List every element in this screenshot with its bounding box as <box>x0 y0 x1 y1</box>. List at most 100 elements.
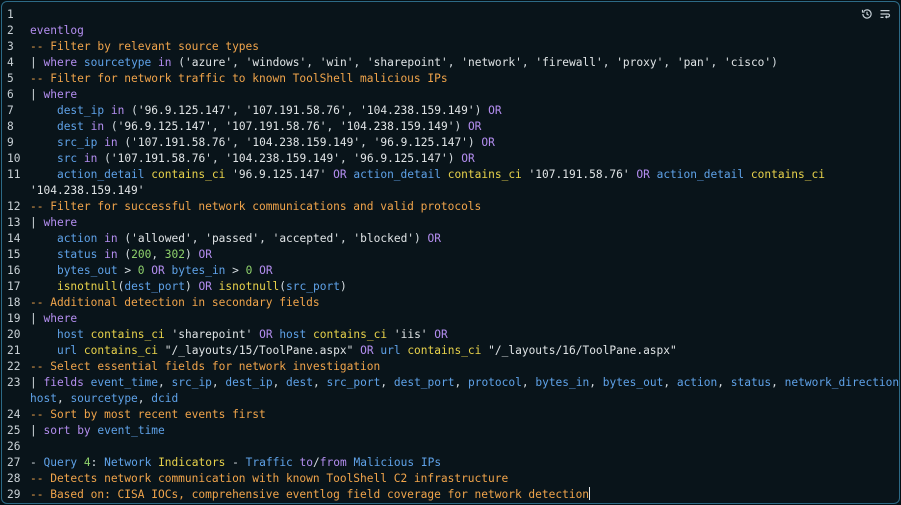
code-token: protocol <box>467 376 522 389</box>
code-token: , <box>717 376 731 389</box>
line-content: -- Filter by relevant source types <box>30 39 899 55</box>
code-line[interactable]: 13 | where <box>2 215 899 231</box>
code-token: ( <box>117 136 132 149</box>
code-line[interactable]: 25 | sort by event_time <box>2 423 899 439</box>
code-token: , <box>259 232 273 245</box>
code-line[interactable]: 12 -- Filter for successful network commu… <box>2 199 899 215</box>
code-token: 'passed' <box>205 232 260 245</box>
code-token: in <box>104 136 118 149</box>
code-token: action_detail <box>56 168 145 181</box>
code-line[interactable]: 24 -- Sort by most recent events first <box>2 407 899 423</box>
code-token: | <box>30 376 44 389</box>
code-line[interactable]: 1 <box>2 7 899 23</box>
code-line[interactable]: 11 action_detail contains_ci '96.9.125.1… <box>2 167 899 199</box>
code-token: sourcetype <box>70 392 138 405</box>
code-token: Network <box>104 456 152 469</box>
code-token: src_port <box>326 376 381 389</box>
code-token: , <box>380 376 394 389</box>
line-content: url contains_ci "/_layouts/15/ToolPane.a… <box>30 343 899 359</box>
line-number: 19 <box>7 312 21 325</box>
code-line[interactable]: 5 -- Filter for network traffic to known … <box>2 71 899 87</box>
code-token: action <box>676 376 718 389</box>
code-token: 0 <box>137 264 145 277</box>
code-token: isnotnull <box>56 280 118 293</box>
code-line[interactable]: 23 | fields event_time, src_ip, dest_ip, … <box>2 375 899 407</box>
code-token: dest_port <box>393 376 455 389</box>
code-line[interactable]: 3 -- Filter by relevant source types <box>2 39 899 55</box>
line-content: dest_ip in ('96.9.125.147', '107.191.58.… <box>30 103 899 119</box>
code-line[interactable]: 18 -- Additional detection in secondary f… <box>2 295 899 311</box>
code-token: , <box>353 56 367 69</box>
line-number: 23 <box>7 376 21 389</box>
code-token: | <box>30 56 44 69</box>
code-token: action_detail <box>353 168 441 181</box>
line-number: 17 <box>7 280 21 293</box>
code-token: fields <box>43 376 84 389</box>
code-line[interactable]: 6 | where <box>2 87 899 103</box>
code-line[interactable]: 9 src_ip in ('107.191.58.76', '104.238.1… <box>2 135 899 151</box>
code-token: OR <box>333 168 347 181</box>
code-token: in <box>83 152 98 165</box>
query-editor[interactable]: 1 2 eventlog 3 -- Filter by relevant source … <box>1 1 900 504</box>
code-line[interactable]: 27- Query 4: Network Indicators - Traffi… <box>2 455 899 471</box>
code-line[interactable]: 14 action in ('allowed', 'passed', 'acce… <box>2 231 899 247</box>
code-line[interactable]: 7 dest_ip in ('96.9.125.147', '107.191.5… <box>2 103 899 119</box>
code-line[interactable]: 8 dest in ('96.9.125.147', '107.191.58.7… <box>2 119 899 135</box>
code-line[interactable]: 29 -- Based on: CISA IOCs, comprehensive … <box>2 487 899 503</box>
code-token: OR <box>434 328 448 341</box>
line-content: | where <box>30 215 899 231</box>
code-token: '96.9.125.147' <box>373 136 468 149</box>
code-line[interactable]: 16 bytes_out > 0 OR bytes_in > 0 OR <box>2 263 899 279</box>
code-line[interactable]: 20 host contains_ci 'sharepoint' OR host… <box>2 327 899 343</box>
code-token: OR <box>360 344 374 357</box>
code-token: Malicious <box>353 456 415 469</box>
code-line[interactable]: 15 status in (200, 302) OR <box>2 247 899 263</box>
code-token: OR <box>481 136 495 149</box>
code-line[interactable]: 10 src in ('107.191.58.76', '104.238.159… <box>2 151 899 167</box>
line-content: -- Select essential fields for network i… <box>30 359 899 375</box>
code-token: , <box>272 376 287 389</box>
line-number: 1 <box>7 8 14 21</box>
code-token: OR <box>636 168 650 181</box>
code-line[interactable]: 19 | where <box>2 311 899 327</box>
code-token: ) <box>185 248 199 261</box>
line-content: -- Filter for network traffic to known T… <box>30 71 899 87</box>
code-token: isnotnull <box>218 280 280 293</box>
code-line[interactable]: 21 url contains_ci "/_layouts/15/ToolPan… <box>2 343 899 359</box>
code-token: -- Filter by relevant source types <box>30 40 260 53</box>
code-token: ( <box>117 232 132 245</box>
code-token: 'windows' <box>245 56 307 69</box>
code-line[interactable]: 2 eventlog <box>2 23 899 39</box>
code-token: > <box>117 264 138 277</box>
code-token: , <box>602 56 617 69</box>
code-token: '96.9.125.147' <box>137 104 233 117</box>
code-token: ) <box>339 280 347 293</box>
line-number: 16 <box>7 264 21 277</box>
code-token: , <box>151 248 165 261</box>
code-token: , <box>232 56 246 69</box>
code-token: , <box>663 376 677 389</box>
code-line[interactable]: 28 -- Detects network communication with … <box>2 471 899 487</box>
code-token: , <box>447 56 462 69</box>
code-token: sourcetype <box>83 56 152 69</box>
code-token: action_detail <box>656 168 745 181</box>
line-number: 29 <box>7 488 21 501</box>
code-token: by <box>77 424 91 437</box>
code-token: -- Filter for successful network communi… <box>30 200 482 213</box>
code-line[interactable]: 22 -- Select essential fields for network… <box>2 359 899 375</box>
line-content: - Query 4: Network Indicators - Traffic … <box>30 455 899 471</box>
code-line[interactable]: 17 isnotnull(dest_port) OR isnotnull(src… <box>2 279 899 295</box>
line-content: bytes_out > 0 OR bytes_in > 0 OR <box>30 263 899 279</box>
code-line[interactable]: 26 <box>2 439 899 455</box>
code-token: ) <box>467 136 482 149</box>
code-line[interactable]: 4 | where sourcetype in ('azure', 'window… <box>2 55 899 71</box>
code-token: , <box>663 56 677 69</box>
